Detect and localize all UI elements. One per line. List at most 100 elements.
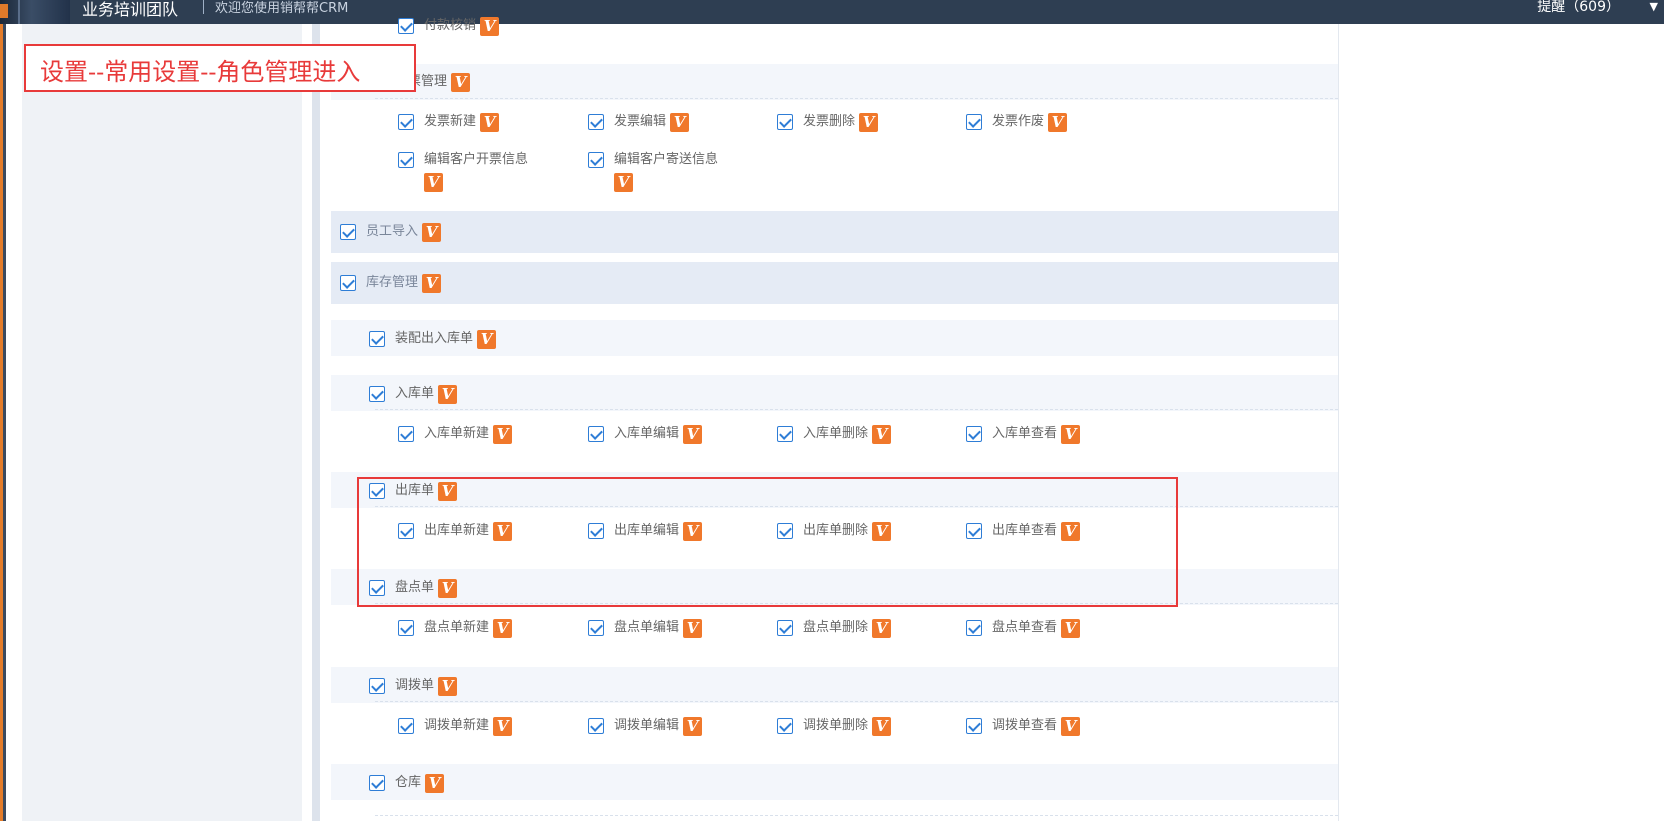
- checkbox-checked-icon[interactable]: [369, 331, 385, 347]
- team-name[interactable]: 业务培训团队: [82, 0, 178, 20]
- perm-label: 入库单查看: [992, 426, 1058, 441]
- divider: [375, 409, 1338, 410]
- checkbox-checked-icon[interactable]: [588, 620, 604, 636]
- v-badge-icon: V: [422, 274, 442, 293]
- checkbox-checked-icon[interactable]: [340, 275, 356, 291]
- checkbox-checked-icon[interactable]: [777, 523, 793, 539]
- v-badge-icon: V: [1061, 717, 1081, 736]
- reminder-link[interactable]: 提醒（609）: [1537, 0, 1620, 16]
- scrollbar-track[interactable]: [312, 24, 320, 821]
- v-badge-icon: V: [683, 717, 703, 736]
- perm-item[interactable]: 入库单新建 V: [398, 425, 513, 445]
- submodule-inbound[interactable]: 入库单 V: [369, 385, 458, 405]
- perm-item[interactable]: 入库单删除 V: [777, 425, 892, 445]
- divider: [375, 701, 1338, 702]
- checkbox-checked-icon[interactable]: [398, 523, 414, 539]
- checkbox-checked-icon[interactable]: [966, 523, 982, 539]
- perm-item[interactable]: 入库单编辑 V: [588, 425, 703, 445]
- v-badge-icon: V: [1061, 425, 1081, 444]
- checkbox-checked-icon[interactable]: [369, 580, 385, 596]
- perm-item[interactable]: 出库单删除 V: [777, 522, 892, 542]
- perm-item[interactable]: 调拨单编辑 V: [588, 717, 703, 737]
- module-employee-import[interactable]: 员工导入 V: [340, 223, 442, 243]
- perm-item[interactable]: 调拨单删除 V: [777, 717, 892, 737]
- checkbox-checked-icon[interactable]: [398, 718, 414, 734]
- checkbox-checked-icon[interactable]: [777, 114, 793, 130]
- perm-label: 入库单删除: [803, 426, 869, 441]
- checkbox-checked-icon[interactable]: [966, 114, 982, 130]
- checkbox-checked-icon[interactable]: [369, 483, 385, 499]
- perm-label: 出库单编辑: [614, 523, 680, 538]
- top-bar: 业务培训团队 欢迎您使用销帮帮CRM 提醒（609） ▼: [0, 0, 1664, 24]
- perm-item[interactable]: 调拨单查看 V: [966, 717, 1081, 737]
- checkbox-checked-icon[interactable]: [777, 620, 793, 636]
- checkbox-checked-icon[interactable]: [588, 426, 604, 442]
- perm-item[interactable]: 盘点单编辑 V: [588, 619, 703, 639]
- v-badge-icon: V: [493, 717, 513, 736]
- perm-item[interactable]: 付款核销 V: [398, 17, 500, 37]
- v-badge-icon: V: [670, 113, 690, 132]
- v-badge-icon: V: [872, 619, 892, 638]
- checkbox-checked-icon[interactable]: [588, 114, 604, 130]
- v-badge-icon: V: [683, 425, 703, 444]
- v-badge-icon: V: [859, 113, 879, 132]
- perm-item[interactable]: 发票作废 V: [966, 113, 1068, 133]
- divider: [375, 98, 1338, 99]
- perm-item[interactable]: 编辑客户寄送信息 V: [588, 152, 748, 193]
- checkbox-checked-icon[interactable]: [340, 224, 356, 240]
- perm-item[interactable]: 入库单查看 V: [966, 425, 1081, 445]
- perm-item[interactable]: 发票新建 V: [398, 113, 500, 133]
- row-outbound: [331, 472, 1338, 508]
- perm-item[interactable]: 出库单查看 V: [966, 522, 1081, 542]
- checkbox-checked-icon[interactable]: [588, 718, 604, 734]
- checkbox-checked-icon[interactable]: [777, 718, 793, 734]
- checkbox-checked-icon[interactable]: [966, 718, 982, 734]
- checkbox-checked-icon[interactable]: [398, 620, 414, 636]
- perm-item[interactable]: 出库单新建 V: [398, 522, 513, 542]
- v-badge-icon: V: [477, 330, 497, 349]
- perm-item[interactable]: 出库单编辑 V: [588, 522, 703, 542]
- checkbox-checked-icon[interactable]: [398, 152, 414, 168]
- submodule-warehouse[interactable]: 仓库 V: [369, 774, 445, 794]
- checkbox-checked-icon[interactable]: [369, 386, 385, 402]
- checkbox-checked-icon[interactable]: [777, 426, 793, 442]
- v-badge-icon: V: [1061, 619, 1081, 638]
- annotation-callout: 设置--常用设置--角色管理进入: [24, 44, 416, 92]
- perm-item[interactable]: 盘点单查看 V: [966, 619, 1081, 639]
- checkbox-checked-icon[interactable]: [966, 426, 982, 442]
- checkbox-checked-icon[interactable]: [966, 620, 982, 636]
- checkbox-checked-icon[interactable]: [398, 18, 414, 34]
- perm-item[interactable]: 调拨单新建 V: [398, 717, 513, 737]
- v-badge-icon: V: [438, 482, 458, 501]
- checkbox-checked-icon[interactable]: [369, 775, 385, 791]
- perm-item[interactable]: 发票编辑 V: [588, 113, 690, 133]
- module-inventory[interactable]: 库存管理 V: [340, 274, 442, 294]
- checkbox-checked-icon[interactable]: [588, 152, 604, 168]
- module-label: 库存管理: [366, 275, 419, 290]
- logo[interactable]: [0, 0, 70, 24]
- submodule-stocktake[interactable]: 盘点单 V: [369, 579, 458, 599]
- divider: [375, 603, 1338, 604]
- perm-item[interactable]: 盘点单新建 V: [398, 619, 513, 639]
- v-badge-icon: V: [872, 425, 892, 444]
- header-divider: [203, 0, 204, 14]
- content-right-border: [1338, 24, 1339, 821]
- v-badge-icon: V: [438, 677, 458, 696]
- perm-label: 编辑客户开票信息: [424, 152, 529, 167]
- perm-item[interactable]: 编辑客户开票信息 V: [398, 152, 558, 193]
- checkbox-checked-icon[interactable]: [369, 678, 385, 694]
- chevron-down-icon[interactable]: ▼: [1650, 0, 1658, 13]
- perm-item[interactable]: 发票删除 V: [777, 113, 879, 133]
- checkbox-checked-icon[interactable]: [588, 523, 604, 539]
- submodule-assembly[interactable]: 装配出入库单 V: [369, 330, 497, 350]
- submodule-transfer[interactable]: 调拨单 V: [369, 677, 458, 697]
- checkbox-checked-icon[interactable]: [398, 426, 414, 442]
- checkbox-checked-icon[interactable]: [398, 114, 414, 130]
- submodule-outbound[interactable]: 出库单 V: [369, 482, 458, 502]
- v-badge-icon: V: [872, 522, 892, 541]
- welcome-text: 欢迎您使用销帮帮CRM: [215, 1, 349, 16]
- v-badge-icon: V: [438, 579, 458, 598]
- left-nav-edge-dark: [3, 24, 6, 821]
- perm-item[interactable]: 盘点单删除 V: [777, 619, 892, 639]
- row-transfer: [331, 667, 1338, 703]
